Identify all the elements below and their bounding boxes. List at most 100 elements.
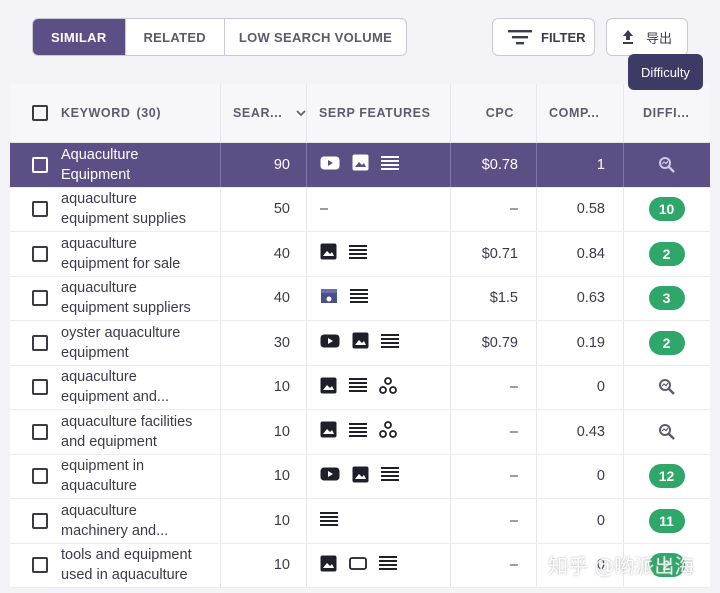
keyword-line-1: Aquaculture [61, 146, 139, 163]
cpc-cell: – [509, 468, 518, 485]
row-checkbox[interactable] [32, 334, 48, 351]
difficulty-badge: 3 [648, 286, 685, 311]
keyword-cell[interactable]: aquaculture equipment and... [61, 366, 216, 410]
export-button[interactable]: 导出 [606, 18, 688, 56]
keyword-line-1: aquaculture facilities [61, 413, 193, 430]
search-volume-cell: 10 [273, 423, 290, 440]
video-icon [320, 156, 340, 174]
row-checkbox[interactable] [32, 512, 48, 529]
row-checkbox[interactable] [32, 245, 48, 262]
list-icon [381, 467, 399, 485]
keyword-cell[interactable]: aquaculture equipment suppliers [61, 277, 216, 321]
search-volume-cell: 30 [273, 334, 290, 351]
search-difficulty-icon[interactable] [658, 156, 676, 174]
image-icon [320, 243, 337, 264]
keyword-line-2: Equipment [61, 166, 131, 183]
upload-icon [623, 30, 633, 44]
rect-icon [349, 556, 367, 574]
difficulty-cell: 2 [623, 232, 710, 276]
table-row[interactable]: oyster aquaculture equipment 30 $0.79 0.1… [10, 321, 710, 366]
image-icon [352, 332, 369, 353]
cpc-column-header[interactable]: CPC [450, 84, 514, 142]
row-checkbox[interactable] [32, 379, 48, 396]
row-checkbox[interactable] [32, 156, 48, 173]
difficulty-cell: 2 [623, 321, 710, 365]
competition-cell: 0 [596, 468, 605, 485]
cpc-cell: $0.79 [481, 334, 518, 351]
filter-button[interactable]: FILTER [492, 18, 595, 56]
row-checkbox[interactable] [32, 557, 48, 574]
video-icon [320, 467, 340, 485]
search-difficulty-icon[interactable] [658, 423, 676, 441]
table-row[interactable]: aquaculture equipment for sale 40 $0.71 0… [10, 232, 710, 277]
image-icon [352, 154, 369, 175]
select-all-checkbox-cell [32, 84, 48, 142]
keyword-cell[interactable]: aquaculture equipment supplies [61, 188, 216, 232]
keyword-line-2: equipment suppliers [61, 300, 191, 317]
serp-features-cell [320, 455, 399, 499]
table-header: KEYWORD (30) SEAR... SERP FEATURES CPC C… [10, 84, 710, 143]
cpc-cell: – [509, 423, 518, 440]
serp-features-cell [320, 410, 397, 454]
keyword-cell[interactable]: aquaculture machinery and... [61, 499, 216, 543]
serp-features-column-header[interactable]: SERP FEATURES [319, 84, 431, 142]
keyword-cell[interactable]: equipment in aquaculture [61, 455, 216, 499]
export-label: 导出 [646, 31, 673, 47]
list-icon [381, 333, 399, 352]
cpc-cell: $0.78 [481, 156, 518, 173]
keyword-cell[interactable]: aquaculture facilities and equipment [61, 410, 216, 454]
cpc-cell: $1.5 [489, 290, 518, 307]
search-volume-column-header[interactable]: SEAR... [233, 84, 306, 142]
image-icon [320, 421, 337, 442]
cpc-cell: – [509, 379, 518, 396]
search-volume-cell: 10 [273, 512, 290, 529]
search-difficulty-icon[interactable] [658, 378, 676, 396]
tab-group: SIMILAR RELATED LOW SEARCH VOLUME [32, 18, 407, 56]
image-icon [320, 555, 337, 576]
serp-features-cell: – [320, 188, 328, 232]
keyword-header-label: KEYWORD [61, 106, 131, 120]
difficulty-tooltip: Difficulty [628, 54, 703, 90]
table-row[interactable]: equipment in aquaculture 10 – 0 12 [10, 454, 710, 499]
table-row[interactable]: aquaculture equipment suppliers 40 $1.5 0… [10, 276, 710, 321]
row-checkbox[interactable] [32, 201, 48, 218]
keyword-cell[interactable]: oyster aquaculture equipment [61, 321, 216, 365]
keyword-line-2: equipment supplies [61, 211, 186, 228]
difficulty-badge: 12 [648, 464, 685, 489]
tab-low-search-volume[interactable]: LOW SEARCH VOLUME [225, 19, 406, 55]
table-row[interactable]: Aquaculture Equipment 90 $0.78 1 [10, 143, 710, 188]
keyword-cell[interactable]: tools and equipment used in aquaculture [61, 544, 216, 588]
table-row[interactable]: aquaculture machinery and... 10 – 0 11 [10, 499, 710, 544]
keyword-line-1: aquaculture [61, 502, 137, 519]
keyword-column-header[interactable]: KEYWORD (30) [61, 84, 161, 142]
keyword-cell[interactable]: Aquaculture Equipment [61, 143, 216, 187]
chevron-down-icon [296, 110, 306, 117]
keyword-line-2: machinery and... [61, 522, 169, 539]
keyword-line-1: aquaculture [61, 369, 137, 386]
table-row[interactable]: aquaculture equipment supplies 50 – – 0.5… [10, 187, 710, 232]
competition-cell: 0.58 [576, 201, 605, 218]
keyword-cell[interactable]: aquaculture equipment for sale [61, 232, 216, 276]
table-row[interactable]: aquaculture equipment and... 10 – 0 [10, 365, 710, 410]
row-checkbox[interactable] [32, 290, 48, 307]
difficulty-badge: 10 [648, 197, 685, 222]
keyword-line-2: used in aquaculture [61, 567, 188, 584]
tab-related[interactable]: RELATED [126, 19, 225, 55]
watermark: 知乎 @哟派出海 [548, 554, 695, 578]
tab-similar[interactable]: SIMILAR [33, 19, 126, 55]
cpc-cell: – [509, 557, 518, 574]
list-icon [349, 244, 367, 263]
image-icon [320, 377, 337, 398]
row-checkbox[interactable] [32, 423, 48, 440]
keyword-line-1: aquaculture [61, 235, 137, 252]
search-volume-cell: 10 [273, 379, 290, 396]
table-row[interactable]: aquaculture facilities and equipment 10 –… [10, 410, 710, 455]
difficulty-badge: 2 [648, 241, 685, 266]
list-icon [379, 556, 397, 574]
competition-column-header[interactable]: COMP... [549, 84, 600, 142]
competition-cell: 1 [596, 156, 605, 173]
select-all-checkbox[interactable] [32, 105, 48, 121]
row-checkbox[interactable] [32, 468, 48, 485]
keyword-line-1: aquaculture [61, 280, 137, 297]
difficulty-column-header[interactable]: DIFFI... [643, 84, 689, 142]
